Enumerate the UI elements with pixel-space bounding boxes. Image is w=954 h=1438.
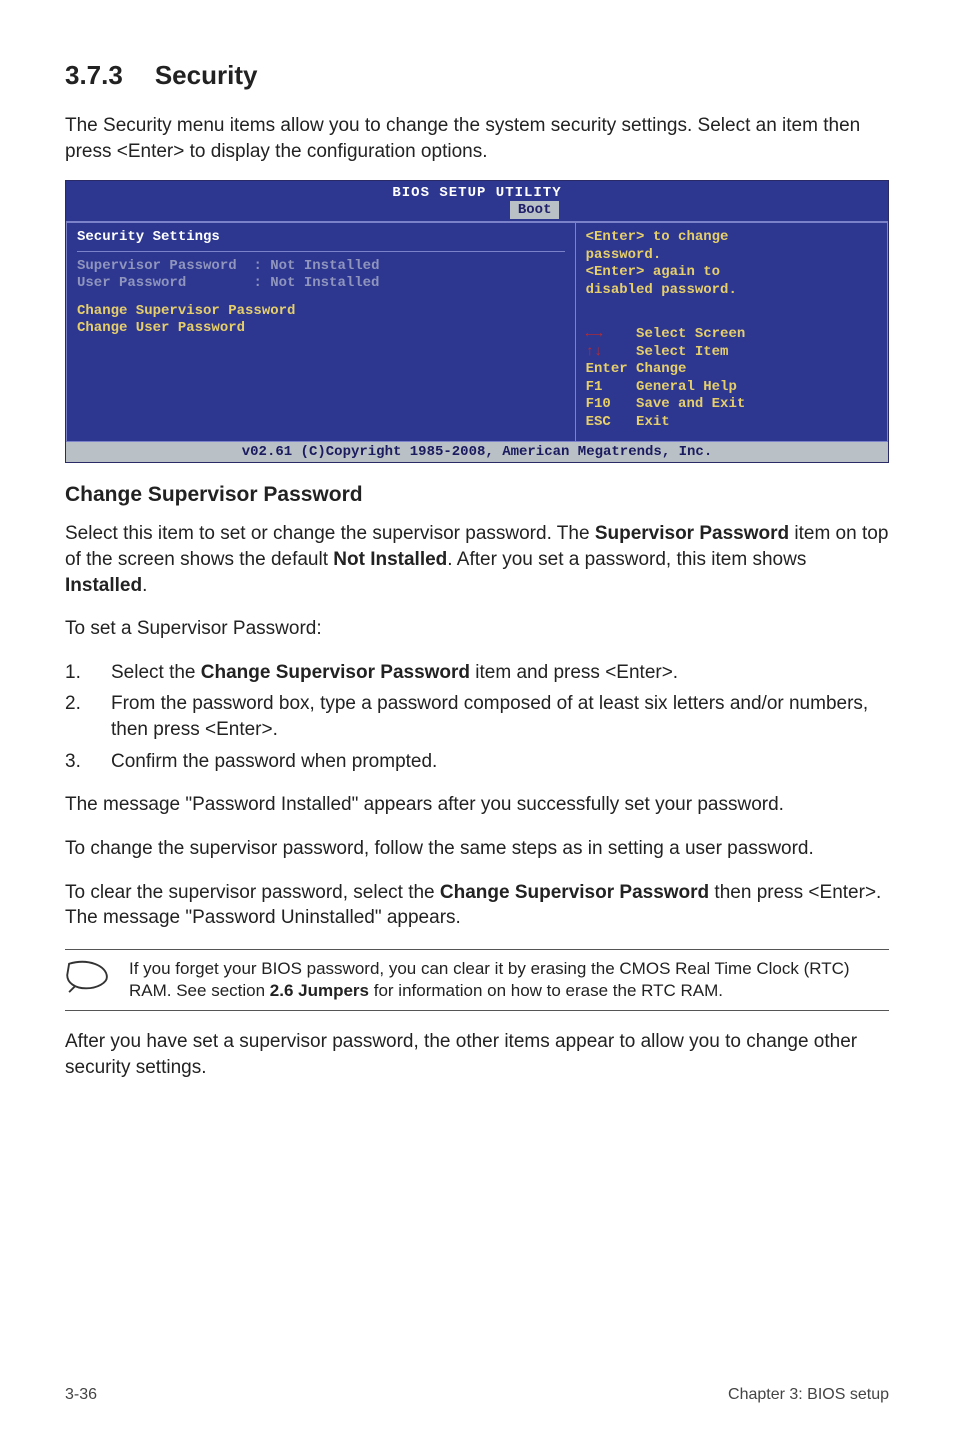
nav-label: Save and Exit [636,396,745,412]
bios-tab-boot: Boot [510,201,560,219]
bios-help-line: disabled password. [586,282,877,300]
bios-help-text: <Enter> to change password. <Enter> agai… [586,229,877,299]
bold-text: Installed [65,575,142,596]
section-number: 3.7.3 [65,60,123,91]
nav-label: Change [636,361,686,377]
step-text: From the password box, type a password c… [111,691,889,742]
section-title-text: Security [155,60,258,90]
nav-label: Exit [636,414,670,430]
text: . [142,575,147,596]
nav-label: General Help [636,379,737,395]
paragraph: To set a Supervisor Password: [65,616,889,642]
bios-left-panel: Security Settings Supervisor Password : … [66,222,576,442]
bold-text: Change Supervisor Password [440,882,709,903]
paragraph: After you have set a supervisor password… [65,1029,889,1080]
list-item: 3. Confirm the password when prompted. [65,749,889,775]
bios-row-user: User Password : Not Installed [77,275,565,293]
bios-row-label: Supervisor Password [77,258,237,274]
text: Select this item to set or change the su… [65,523,595,544]
bios-row-value: : Not Installed [253,275,379,291]
page-number: 3-36 [65,1386,97,1404]
steps-list: 1. Select the Change Supervisor Password… [65,660,889,775]
bios-row-value: : Not Installed [253,258,379,274]
bold-text: Change Supervisor Password [201,662,470,683]
note-box: If you forget your BIOS password, you ca… [65,949,889,1011]
bios-screenshot: BIOS SETUP UTILITY Boot Security Setting… [65,180,889,463]
nav-label: Select Screen [636,326,745,342]
bios-action-change-supervisor: Change Supervisor Password [77,303,565,321]
step-text: Select the Change Supervisor Password it… [111,660,678,686]
bold-text: Supervisor Password [595,523,789,544]
bios-action-change-user: Change User Password [77,320,565,338]
bios-footer: v02.61 (C)Copyright 1985-2008, American … [66,442,888,462]
text: . After you set a password, this item sh… [447,549,806,570]
bios-key-nav: ←→ Select Screen ↑↓ Select Item Enter Ch… [586,326,877,431]
paragraph: To change the supervisor password, follo… [65,836,889,862]
paragraph: The message "Password Installed" appears… [65,792,889,818]
step-number: 2. [65,691,111,742]
bios-help-line: <Enter> again to [586,264,877,282]
paragraph: To clear the supervisor password, select… [65,880,889,931]
bios-row-label: User Password [77,275,186,291]
note-text: If you forget your BIOS password, you ca… [129,958,889,1002]
text: Select the [111,662,201,683]
intro-paragraph: The Security menu items allow you to cha… [65,113,889,164]
step-number: 1. [65,660,111,686]
arrow-up-down-icon: ↑↓ [586,344,603,360]
list-item: 1. Select the Change Supervisor Password… [65,660,889,686]
paragraph: Select this item to set or change the su… [65,521,889,598]
nav-label: Select Item [636,344,728,360]
bold-text: 2.6 Jumpers [270,981,369,1000]
section-heading: 3.7.3 Security [65,60,889,91]
step-number: 3. [65,749,111,775]
bios-left-header: Security Settings [77,229,565,247]
chapter-label: Chapter 3: BIOS setup [728,1386,889,1404]
bios-divider [77,251,565,252]
arrow-left-right-icon: ←→ [586,326,603,342]
page-footer: 3-36 Chapter 3: BIOS setup [65,1386,889,1404]
text: item and press <Enter>. [470,662,678,683]
bios-row-supervisor: Supervisor Password : Not Installed [77,258,565,276]
text: for information on how to erase the RTC … [369,981,723,1000]
bios-right-panel: <Enter> to change password. <Enter> agai… [576,222,888,442]
bios-title: BIOS SETUP UTILITY [66,181,888,201]
subheading: Change Supervisor Password [65,483,889,507]
note-icon [65,958,111,1000]
list-item: 2. From the password box, type a passwor… [65,691,889,742]
bios-tabs: Boot [66,201,888,221]
text: To clear the supervisor password, select… [65,882,440,903]
bold-text: Not Installed [333,549,447,570]
bios-help-line: <Enter> to change [586,229,877,247]
bios-help-line: password. [586,247,877,265]
step-text: Confirm the password when prompted. [111,749,437,775]
